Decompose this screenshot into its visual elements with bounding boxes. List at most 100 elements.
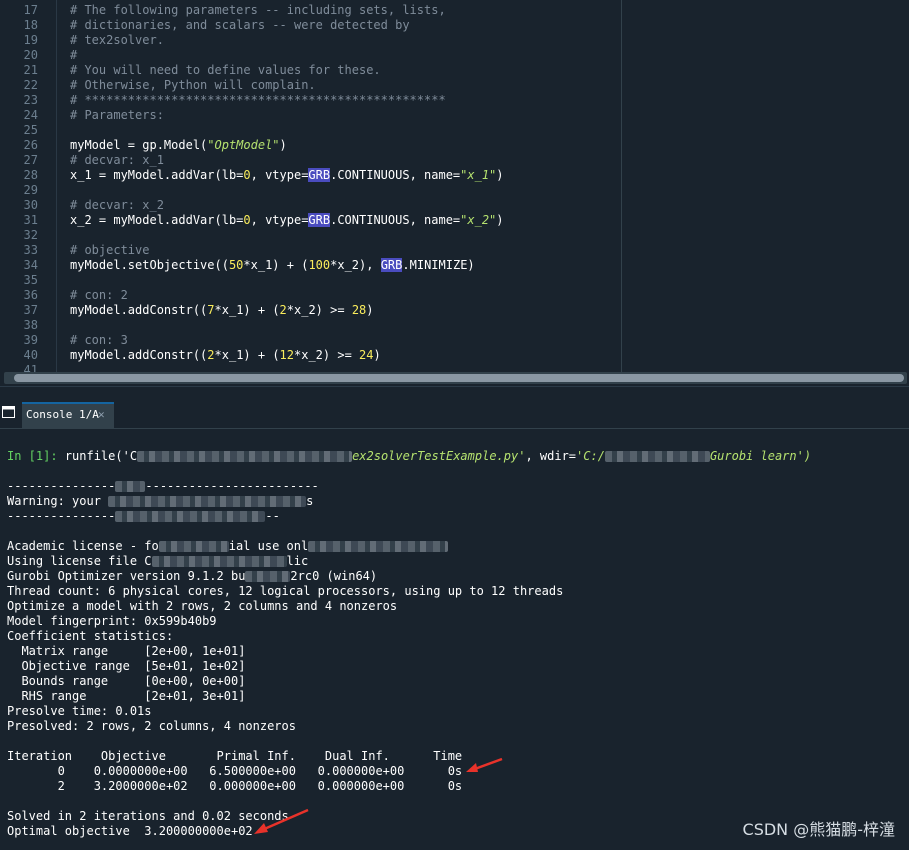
output-line: RHS range [2e+01, 3e+01]: [7, 689, 246, 703]
output-line: Matrix range [2e+00, 1e+01]: [7, 644, 246, 658]
code-line[interactable]: 39 # con: 3: [0, 333, 909, 348]
code-line[interactable]: 25: [0, 123, 909, 138]
output-line: 0 0.0000000e+00 6.500000e+00 0.000000e+0…: [7, 764, 463, 778]
gurobi-version-line: Gurobi Optimizer version 9.1.2 bu 2rc0 (w…: [7, 569, 378, 583]
code-text: myModel.addConstr((2*x_1) + (12*x_2) >= …: [70, 348, 381, 362]
code-line[interactable]: 18 # dictionaries, and scalars -- were de…: [0, 18, 909, 33]
watermark: CSDN @熊猫鹏-梓潼: [742, 820, 895, 839]
pane-splitter[interactable]: [0, 386, 909, 401]
code-line[interactable]: 28 x_1 = myModel.addVar(lb=0, vtype=GRB.C…: [0, 168, 909, 183]
line-number: 18: [23, 18, 38, 32]
code-line[interactable]: 38: [0, 318, 909, 333]
redacted-text: [308, 541, 449, 552]
code-line[interactable]: 29: [0, 183, 909, 198]
code-text: # decvar: x_1: [70, 153, 164, 167]
line-number: 40: [23, 348, 38, 362]
redacted-text: [115, 481, 146, 492]
redacted-path: [151, 556, 287, 567]
tab-label: Console 1/A: [26, 408, 99, 421]
redacted-text: [158, 541, 229, 552]
output-line: Coefficient statistics:: [7, 629, 174, 643]
warning-line: Warning: your s: [7, 494, 314, 508]
code-line[interactable]: 22 # Otherwise, Python will complain.: [0, 78, 909, 93]
line-number: 17: [23, 3, 38, 17]
console-tab-bar: Console 1/A ✕: [0, 400, 909, 429]
line-number: 41: [23, 363, 38, 372]
code-line[interactable]: 23 # ************************************…: [0, 93, 909, 108]
line-number: 33: [23, 243, 38, 257]
line-number: 35: [23, 273, 38, 287]
code-line[interactable]: 40 myModel.addConstr((2*x_1) + (12*x_2) >…: [0, 348, 909, 363]
line-number: 22: [23, 78, 38, 92]
code-text: myModel = gp.Model("OptModel"): [70, 138, 287, 152]
line-number: 31: [23, 213, 38, 227]
window-icon[interactable]: [2, 406, 15, 418]
code-line[interactable]: 19 # tex2solver.: [0, 33, 909, 48]
line-number: 28: [23, 168, 38, 182]
runfile-call: runfile('C: [64, 449, 138, 463]
code-line[interactable]: 17 # The following parameters -- includin…: [0, 3, 909, 18]
line-number: 27: [23, 153, 38, 167]
code-line[interactable]: 21 # You will need to define values for t…: [0, 63, 909, 78]
code-text: # con: 3: [70, 333, 128, 347]
code-line[interactable]: 37 myModel.addConstr((7*x_1) + (2*x_2) >=…: [0, 303, 909, 318]
scrollbar-thumb[interactable]: [14, 374, 904, 382]
code-line[interactable]: 27 # decvar: x_1: [0, 153, 909, 168]
code-line[interactable]: 33 # objective: [0, 243, 909, 258]
license-line: Academic license - fo ial use onl: [7, 539, 449, 554]
code-line[interactable]: 30 # decvar: x_2: [0, 198, 909, 213]
code-line[interactable]: 32: [0, 228, 909, 243]
line-number: 34: [23, 258, 38, 272]
close-icon[interactable]: ✕: [98, 404, 105, 426]
runfile-wdir-start: 'C:/: [576, 449, 605, 463]
code-text: # **************************************…: [70, 93, 446, 107]
line-number: 23: [23, 93, 38, 107]
code-text: # decvar: x_2: [70, 198, 164, 212]
code-text: # The following parameters -- including …: [70, 3, 446, 17]
runfile-wdir-key: , wdir=: [525, 449, 577, 463]
code-text: # Parameters:: [70, 108, 164, 122]
code-line[interactable]: 24 # Parameters:: [0, 108, 909, 123]
code-text: # objective: [70, 243, 150, 257]
editor-horizontal-scrollbar[interactable]: [4, 372, 907, 384]
output-line: Iteration Objective Primal Inf. Dual Inf…: [7, 749, 463, 763]
redacted-text: [115, 511, 266, 522]
output-line: Presolved: 2 rows, 2 columns, 4 nonzeros: [7, 719, 296, 733]
redacted-text: [108, 496, 307, 507]
output-line: Bounds range [0e+00, 0e+00]: [7, 674, 246, 688]
code-line[interactable]: 26 myModel = gp.Model("OptModel"): [0, 138, 909, 153]
output-line: Thread count: 6 physical cores, 12 logic…: [7, 584, 564, 598]
tab-console-1a[interactable]: Console 1/A ✕: [22, 402, 114, 428]
code-line[interactable]: 36 # con: 2: [0, 288, 909, 303]
input-prompt: In [1]:: [7, 449, 58, 463]
separator-line: --------------- --: [7, 509, 280, 523]
line-number: 29: [23, 183, 38, 197]
redacted-path: [137, 451, 353, 462]
redacted-text: [245, 571, 291, 582]
code-line[interactable]: 34 myModel.setObjective((50*x_1) + (100*x…: [0, 258, 909, 273]
line-number: 20: [23, 48, 38, 62]
code-line[interactable]: 41: [0, 363, 909, 372]
separator-line: --------------- ------------------------: [7, 479, 319, 493]
ipython-console[interactable]: In [1]: runfile('C ex2solverTestExample.p…: [0, 429, 909, 850]
line-number: 30: [23, 198, 38, 212]
code-text: myModel.addConstr((7*x_1) + (2*x_2) >= 2…: [70, 303, 374, 317]
code-line[interactable]: 20 #: [0, 48, 909, 63]
code-editor[interactable]: 17 # The following parameters -- includin…: [0, 0, 909, 372]
code-line[interactable]: 35: [0, 273, 909, 288]
code-text: # con: 2: [70, 288, 128, 302]
line-number: 36: [23, 288, 38, 302]
line-number: 21: [23, 63, 38, 77]
output-line: Presolve time: 0.01s: [7, 704, 152, 718]
runfile-wdir-end: Gurobi learn'): [709, 449, 812, 463]
line-number: 24: [23, 108, 38, 122]
output-line: Objective range [5e+01, 1e+02]: [7, 659, 246, 673]
line-number: 26: [23, 138, 38, 152]
code-text: myModel.setObjective((50*x_1) + (100*x_2…: [70, 258, 475, 272]
line-number: 38: [23, 318, 38, 332]
redacted-path: [604, 451, 710, 462]
code-text: x_2 = myModel.addVar(lb=0, vtype=GRB.CON…: [70, 213, 504, 227]
code-line[interactable]: 31 x_2 = myModel.addVar(lb=0, vtype=GRB.C…: [0, 213, 909, 228]
output-line: Model fingerprint: 0x599b40b9: [7, 614, 217, 628]
code-text: # You will need to define values for the…: [70, 63, 381, 77]
